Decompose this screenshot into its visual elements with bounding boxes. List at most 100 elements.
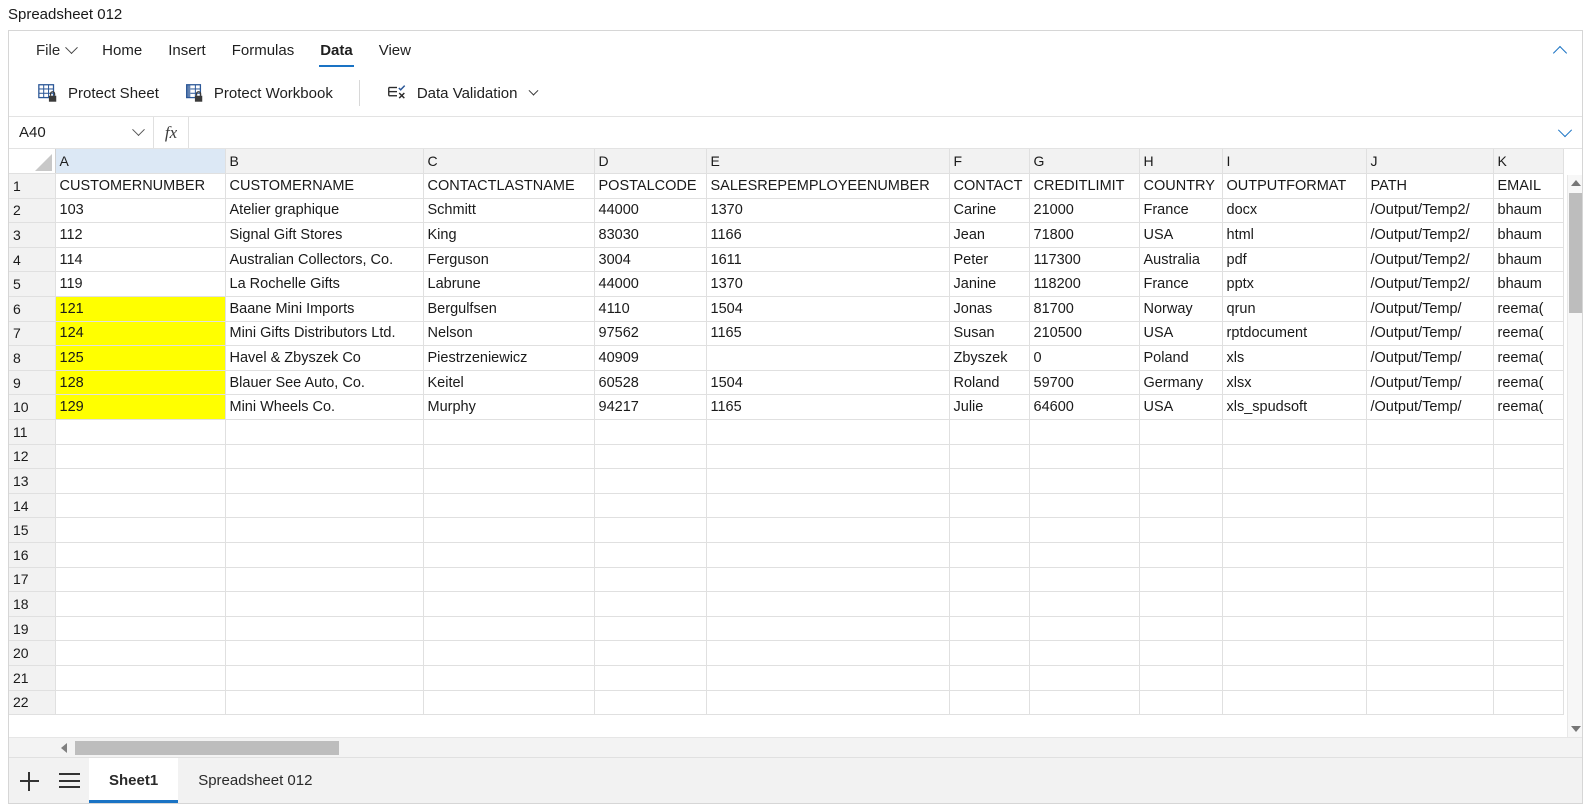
cell-I6[interactable]: qrun <box>1222 296 1367 322</box>
cell-J16[interactable] <box>1366 542 1494 568</box>
formula-input[interactable] <box>188 117 1548 148</box>
cell-D5[interactable]: 44000 <box>594 271 707 298</box>
cell-C7[interactable]: Nelson <box>423 321 595 347</box>
cell-J2[interactable]: /Output/Temp2/ <box>1366 198 1494 224</box>
cell-A14[interactable] <box>55 493 226 519</box>
row-header-12[interactable]: 12 <box>9 444 56 470</box>
cell-K6[interactable]: reema( <box>1493 296 1564 322</box>
row-header-20[interactable]: 20 <box>9 640 56 666</box>
scroll-left-arrow[interactable] <box>53 738 75 758</box>
cell-C15[interactable] <box>423 517 595 543</box>
spreadsheet-grid[interactable]: A B C D E F G H I J K 1 CUSTOMERNUMBER CUS… <box>9 149 1582 737</box>
cell-D22[interactable] <box>594 690 707 716</box>
row-header-8[interactable]: 8 <box>9 345 56 371</box>
cell-E3[interactable]: 1166 <box>706 222 950 248</box>
cell-K3[interactable]: bhaum <box>1493 222 1564 248</box>
column-header-f[interactable]: F <box>949 149 1030 175</box>
cell-F15[interactable] <box>949 517 1030 543</box>
cell-F14[interactable] <box>949 493 1030 519</box>
sheet-tab-spreadsheet-012[interactable]: Spreadsheet 012 <box>178 758 332 803</box>
cell-A16[interactable] <box>55 542 226 568</box>
cell-D13[interactable] <box>594 468 707 494</box>
cell-C6[interactable]: Bergulfsen <box>423 296 595 322</box>
cell-I1[interactable]: OUTPUTFORMAT <box>1222 173 1367 199</box>
cell-K13[interactable] <box>1493 468 1564 494</box>
cell-E16[interactable] <box>706 542 950 568</box>
cell-F17[interactable] <box>949 567 1030 593</box>
cell-D7[interactable]: 97562 <box>594 321 707 347</box>
cell-D16[interactable] <box>594 542 707 568</box>
cell-K2[interactable]: bhaum <box>1493 198 1564 224</box>
cell-F3[interactable]: Jean <box>949 222 1030 248</box>
cell-H12[interactable] <box>1139 444 1223 470</box>
cell-E17[interactable] <box>706 567 950 593</box>
cell-D6[interactable]: 4110 <box>594 296 707 322</box>
cell-J11[interactable] <box>1366 419 1494 445</box>
cell-J13[interactable] <box>1366 468 1494 494</box>
cell-H6[interactable]: Norway <box>1139 296 1223 322</box>
cell-H5[interactable]: France <box>1139 271 1223 298</box>
cell-A20[interactable] <box>55 640 226 666</box>
cell-H10[interactable]: USA <box>1139 394 1223 421</box>
row-header-10[interactable]: 10 <box>9 394 56 421</box>
cell-G16[interactable] <box>1029 542 1140 568</box>
cell-I18[interactable] <box>1222 591 1367 617</box>
cell-A6[interactable]: 121 <box>55 296 226 322</box>
cell-I11[interactable] <box>1222 419 1367 445</box>
cell-I17[interactable] <box>1222 567 1367 593</box>
cell-B13[interactable] <box>225 468 424 494</box>
cell-K16[interactable] <box>1493 542 1564 568</box>
cell-J5[interactable]: /Output/Temp2/ <box>1366 271 1494 298</box>
cell-G8[interactable]: 0 <box>1029 345 1140 371</box>
cell-B14[interactable] <box>225 493 424 519</box>
cell-I15[interactable] <box>1222 517 1367 543</box>
row-header-1[interactable]: 1 <box>9 173 56 199</box>
row-header-13[interactable]: 13 <box>9 468 56 494</box>
cell-B17[interactable] <box>225 567 424 593</box>
cell-F10[interactable]: Julie <box>949 394 1030 421</box>
cell-B5[interactable]: La Rochelle Gifts <box>225 271 424 298</box>
cell-D1[interactable]: POSTALCODE <box>594 173 707 199</box>
cell-B9[interactable]: Blauer See Auto, Co. <box>225 370 424 396</box>
cell-I22[interactable] <box>1222 690 1367 716</box>
cell-F6[interactable]: Jonas <box>949 296 1030 322</box>
cell-E4[interactable]: 1611 <box>706 247 950 273</box>
cell-H13[interactable] <box>1139 468 1223 494</box>
cell-I10[interactable]: xls_spudsoft <box>1222 394 1367 421</box>
cell-H20[interactable] <box>1139 640 1223 666</box>
row-header-19[interactable]: 19 <box>9 616 56 642</box>
cell-E11[interactable] <box>706 419 950 445</box>
cell-K21[interactable] <box>1493 665 1564 691</box>
cell-F8[interactable]: Zbyszek <box>949 345 1030 371</box>
cell-B10[interactable]: Mini Wheels Co. <box>225 394 424 421</box>
protect-workbook-button[interactable]: Protect Workbook <box>173 77 343 109</box>
name-box[interactable]: A40 <box>9 117 154 148</box>
cell-B22[interactable] <box>225 690 424 716</box>
cell-I7[interactable]: rptdocument <box>1222 321 1367 347</box>
cell-J14[interactable] <box>1366 493 1494 519</box>
cell-J21[interactable] <box>1366 665 1494 691</box>
cell-K8[interactable]: reema( <box>1493 345 1564 371</box>
cell-F21[interactable] <box>949 665 1030 691</box>
cell-H18[interactable] <box>1139 591 1223 617</box>
cell-C2[interactable]: Schmitt <box>423 198 595 224</box>
row-header-22[interactable]: 22 <box>9 690 56 716</box>
cell-F2[interactable]: Carine <box>949 198 1030 224</box>
cell-J15[interactable] <box>1366 517 1494 543</box>
cell-J17[interactable] <box>1366 567 1494 593</box>
cell-E2[interactable]: 1370 <box>706 198 950 224</box>
cell-D21[interactable] <box>594 665 707 691</box>
cell-F12[interactable] <box>949 444 1030 470</box>
cell-B7[interactable]: Mini Gifts Distributors Ltd. <box>225 321 424 347</box>
cell-C11[interactable] <box>423 419 595 445</box>
cell-E1[interactable]: SALESREPEMPLOYEENUMBER <box>706 173 950 199</box>
cell-D4[interactable]: 3004 <box>594 247 707 273</box>
cell-G4[interactable]: 117300 <box>1029 247 1140 273</box>
cell-D15[interactable] <box>594 517 707 543</box>
cell-E18[interactable] <box>706 591 950 617</box>
cell-J4[interactable]: /Output/Temp2/ <box>1366 247 1494 273</box>
cell-G22[interactable] <box>1029 690 1140 716</box>
cell-A10[interactable]: 129 <box>55 394 226 421</box>
cell-A17[interactable] <box>55 567 226 593</box>
cell-K17[interactable] <box>1493 567 1564 593</box>
